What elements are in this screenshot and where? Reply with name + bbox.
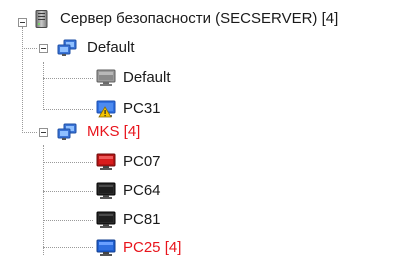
computer-warning-icon <box>96 100 116 118</box>
tree-node-server[interactable]: Сервер безопасности (SECSERVER) [4] <box>35 7 338 31</box>
tree-node-computer-pc64[interactable]: PC64 <box>96 179 161 203</box>
group-mks-collapse-toggle[interactable] <box>39 128 48 137</box>
computer-label: PC25 [4] <box>123 239 182 256</box>
group-default-collapse-toggle[interactable] <box>39 44 48 53</box>
tree-node-computer-pc25[interactable]: PC25 [4] <box>96 236 181 260</box>
server-label: Сервер безопасности (SECSERVER) [4] <box>60 10 339 27</box>
server-collapse-toggle[interactable] <box>18 18 27 27</box>
computer-black-icon <box>96 182 116 200</box>
tree-connector <box>43 62 44 110</box>
computer-gray-icon <box>96 69 116 87</box>
computer-red-icon <box>96 153 116 171</box>
tree-node-computer-pc07[interactable]: PC07 <box>96 150 161 174</box>
tree-node-group-default[interactable]: Default <box>57 36 135 60</box>
tree-connector <box>43 162 93 163</box>
tree-connector <box>22 27 23 133</box>
tree-node-computer-pc31[interactable]: PC31 <box>96 97 161 121</box>
tree-node-computer-pc81[interactable]: PC81 <box>96 208 161 232</box>
tree-node-group-mks[interactable]: MKS [4] <box>57 120 140 144</box>
tree-connector <box>22 132 37 133</box>
computer-label: PC64 <box>123 182 161 199</box>
tree-connector <box>43 109 93 110</box>
server-tower-icon <box>35 10 48 28</box>
computer-group-icon <box>57 39 77 57</box>
group-label: MKS [4] <box>87 123 141 140</box>
computer-label: PC81 <box>123 211 161 228</box>
computer-blue-icon <box>96 239 116 257</box>
computer-group-icon <box>57 123 77 141</box>
tree-connector <box>43 78 93 79</box>
security-server-tree: Сервер безопасности (SECSERVER) [4] Defa… <box>0 0 395 256</box>
tree-connector <box>22 48 37 49</box>
computer-black-icon <box>96 211 116 229</box>
computer-label: PC31 <box>123 100 161 117</box>
tree-node-computer-default[interactable]: Default <box>96 66 171 90</box>
tree-connector <box>43 220 93 221</box>
tree-connector <box>43 191 93 192</box>
group-label: Default <box>87 39 135 56</box>
computer-label: Default <box>123 69 171 86</box>
computer-label: PC07 <box>123 153 161 170</box>
tree-connector <box>43 247 93 248</box>
